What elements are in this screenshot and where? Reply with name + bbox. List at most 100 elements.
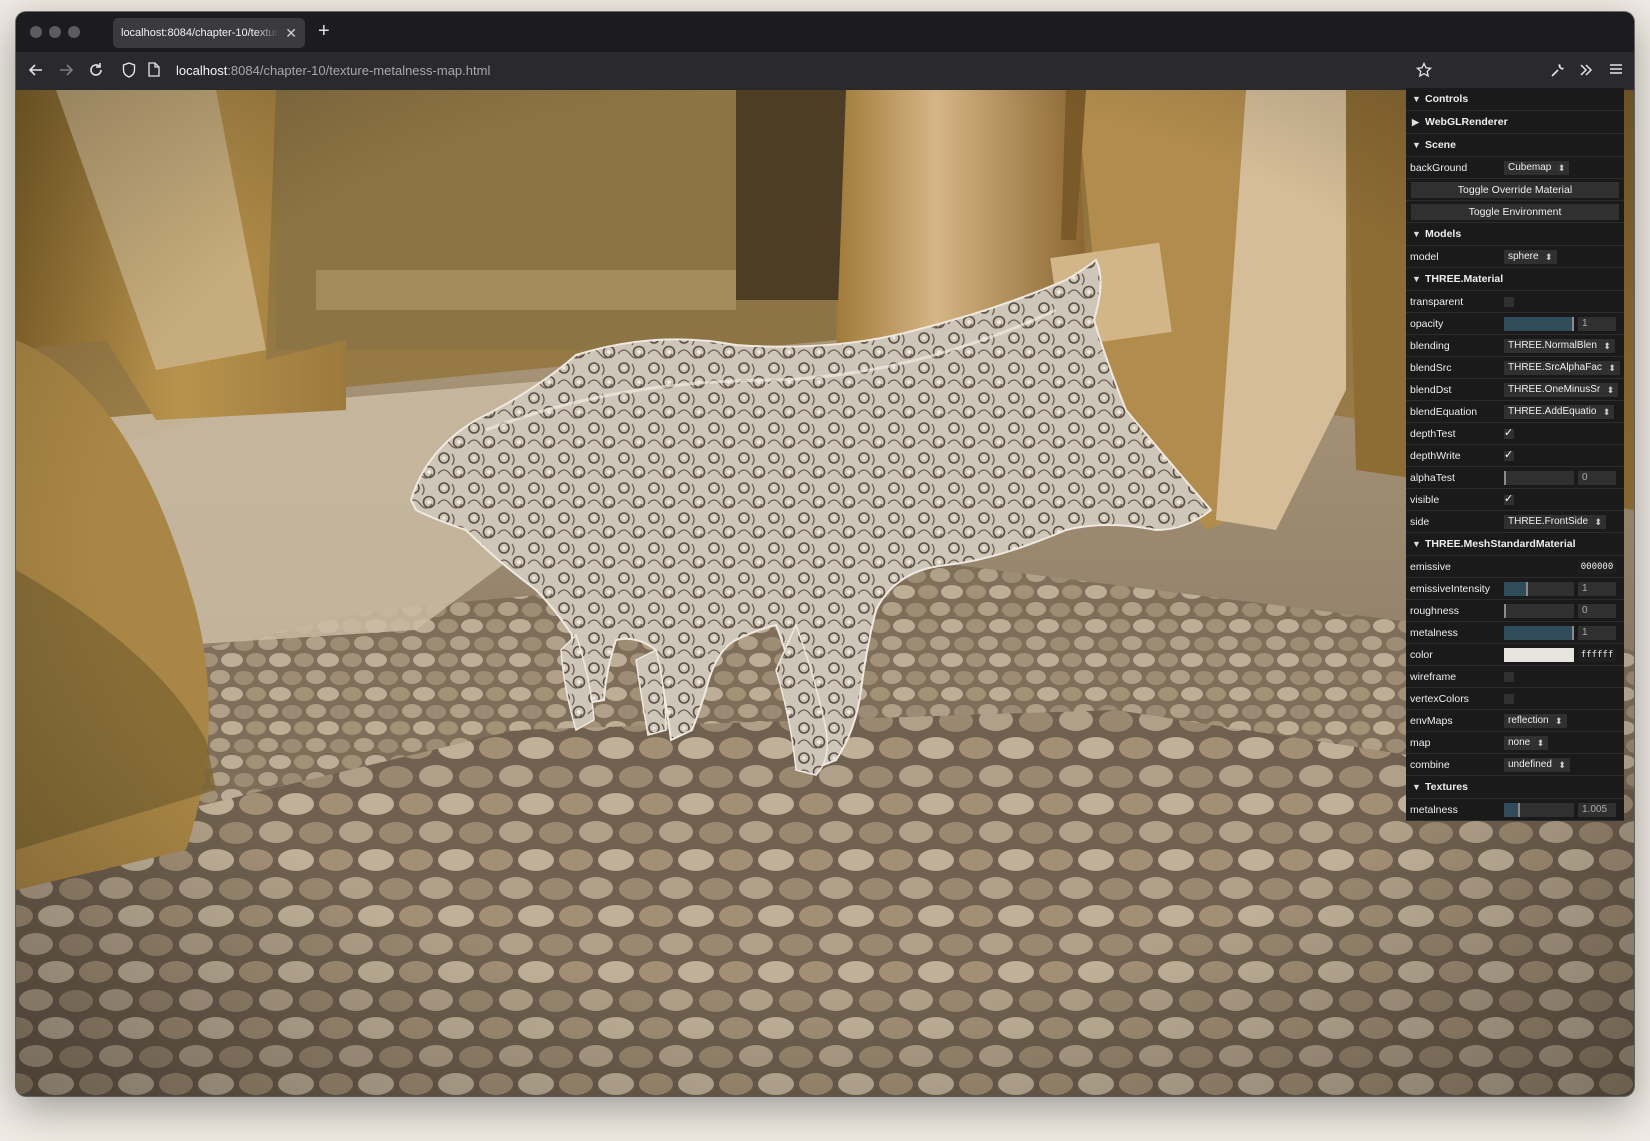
- folder-mesh-standard-material[interactable]: ▼ THREE.MeshStandardMaterial: [1406, 533, 1624, 556]
- folder-textures[interactable]: ▼ Textures: [1406, 776, 1624, 799]
- chevron-down-icon: ▼: [1412, 140, 1421, 150]
- wrench-icon[interactable]: [1548, 62, 1568, 80]
- vertexcolors-checkbox[interactable]: [1504, 693, 1514, 704]
- folder-title: THREE.Material: [1425, 273, 1504, 285]
- control-background: backGround Cubemap: [1406, 157, 1624, 179]
- overflow-chevrons-icon[interactable]: [1576, 62, 1596, 80]
- folder-title: WebGLRenderer: [1425, 116, 1508, 128]
- control-side: side THREE.FrontSide: [1406, 511, 1624, 533]
- zoom-window-button[interactable]: [68, 26, 80, 38]
- hamburger-menu-icon[interactable]: [1606, 62, 1626, 80]
- control-visible: visible: [1406, 489, 1624, 511]
- map-select[interactable]: none: [1504, 735, 1549, 750]
- emissiveintensity-slider[interactable]: [1504, 581, 1574, 596]
- address-bar[interactable]: localhost:8084/chapter-10/texture-metaln…: [176, 62, 490, 80]
- browser-window: localhost:8084/chapter-10/texture-metaln…: [16, 12, 1634, 1096]
- control-label: transparent: [1410, 295, 1464, 308]
- opacity-input[interactable]: 1: [1578, 316, 1616, 331]
- texture-metalness-slider[interactable]: [1504, 802, 1574, 817]
- forward-arrow-icon[interactable]: [56, 62, 76, 80]
- toggle-environment-button[interactable]: Toggle Environment: [1411, 203, 1619, 220]
- minimize-window-button[interactable]: [49, 26, 61, 38]
- control-depthtest: depthTest: [1406, 423, 1624, 445]
- control-toggle-override: Toggle Override Material: [1406, 179, 1624, 201]
- folder-title: Textures: [1425, 781, 1468, 793]
- background-select[interactable]: Cubemap: [1504, 160, 1570, 175]
- control-label: alphaTest: [1410, 471, 1455, 484]
- control-label: depthTest: [1410, 427, 1456, 440]
- metalness-input[interactable]: 1: [1578, 625, 1616, 640]
- control-label: roughness: [1410, 604, 1460, 617]
- control-label: color: [1410, 648, 1433, 661]
- emissive-color-input[interactable]: 000000: [1578, 559, 1616, 574]
- folder-three-material[interactable]: ▼ THREE.Material: [1406, 268, 1624, 291]
- shield-icon[interactable]: [119, 62, 139, 80]
- folder-webglrenderer[interactable]: ▶ WebGLRenderer: [1406, 111, 1624, 134]
- control-roughness: roughness 0: [1406, 600, 1624, 622]
- model-select[interactable]: sphere: [1504, 249, 1557, 264]
- roughness-input[interactable]: 0: [1578, 603, 1616, 618]
- control-label: blendEquation: [1410, 405, 1478, 418]
- close-window-button[interactable]: [30, 26, 42, 38]
- reload-icon[interactable]: [86, 62, 106, 80]
- control-wireframe: wireframe: [1406, 666, 1624, 688]
- control-map: map none: [1406, 732, 1624, 754]
- opacity-slider[interactable]: [1504, 316, 1574, 331]
- back-arrow-icon[interactable]: [26, 62, 46, 80]
- control-label: metalness: [1410, 626, 1458, 639]
- webgl-canvas[interactable]: [16, 90, 1634, 1096]
- texture-metalness-input[interactable]: 1.005: [1578, 802, 1616, 817]
- color-input[interactable]: ffffff: [1578, 647, 1616, 662]
- folder-title: THREE.MeshStandardMaterial: [1425, 538, 1576, 550]
- metalness-slider[interactable]: [1504, 625, 1574, 640]
- blenddst-select[interactable]: THREE.OneMinusSr: [1504, 382, 1619, 397]
- control-emissiveintensity: emissiveIntensity 1: [1406, 578, 1624, 600]
- envmaps-select[interactable]: reflection: [1504, 713, 1567, 728]
- visible-checkbox[interactable]: [1504, 492, 1514, 505]
- folder-scene[interactable]: ▼ Scene: [1406, 134, 1624, 157]
- folder-controls[interactable]: ▼ Controls: [1406, 88, 1624, 111]
- control-label: backGround: [1410, 161, 1468, 174]
- transparent-checkbox[interactable]: [1504, 296, 1514, 307]
- folder-title: Scene: [1425, 139, 1456, 151]
- blendequation-select[interactable]: THREE.AddEquatio: [1504, 404, 1615, 419]
- depthwrite-checkbox[interactable]: [1504, 448, 1514, 461]
- color-swatch[interactable]: [1504, 647, 1574, 662]
- control-label: envMaps: [1410, 714, 1453, 727]
- alphatest-slider[interactable]: [1504, 470, 1574, 485]
- new-tab-button[interactable]: +: [318, 21, 330, 41]
- control-label: blending: [1410, 339, 1450, 352]
- depthtest-checkbox[interactable]: [1504, 426, 1514, 439]
- control-label: model: [1410, 250, 1439, 263]
- tab-strip: localhost:8084/chapter-10/texture-metaln…: [16, 12, 1634, 52]
- combine-select[interactable]: undefined: [1504, 757, 1570, 772]
- emissiveintensity-input[interactable]: 1: [1578, 581, 1616, 596]
- folder-models[interactable]: ▼ Models: [1406, 223, 1624, 246]
- alphatest-input[interactable]: 0: [1578, 470, 1616, 485]
- folder-title: Models: [1425, 228, 1462, 240]
- wireframe-checkbox[interactable]: [1504, 671, 1514, 682]
- blendsrc-select[interactable]: THREE.SrcAlphaFac: [1504, 360, 1620, 375]
- roughness-slider[interactable]: [1504, 603, 1574, 618]
- chevron-down-icon: ▼: [1412, 539, 1421, 549]
- control-label: vertexColors: [1410, 692, 1469, 705]
- environment-scene-image: [16, 90, 1634, 1096]
- bookmark-star-icon[interactable]: [1414, 62, 1434, 80]
- control-envmaps: envMaps reflection: [1406, 710, 1624, 732]
- toggle-override-material-button[interactable]: Toggle Override Material: [1411, 181, 1619, 198]
- side-select[interactable]: THREE.FrontSide: [1504, 514, 1607, 529]
- control-label: metalness: [1410, 803, 1458, 816]
- control-alphatest: alphaTest 0: [1406, 467, 1624, 489]
- page-icon: [144, 62, 164, 80]
- control-metalness: metalness 1: [1406, 622, 1624, 644]
- dat-gui-panel: ▼ Controls ▶ WebGLRenderer ▼ Scene backGrou…: [1406, 88, 1624, 821]
- chevron-down-icon: ▼: [1412, 94, 1421, 104]
- control-blending: blending THREE.NormalBlen: [1406, 335, 1624, 357]
- control-texture-metalness: metalness 1.005: [1406, 799, 1624, 821]
- tab-close-icon[interactable]: ✕: [285, 24, 297, 42]
- navigation-bar: localhost:8084/chapter-10/texture-metaln…: [16, 52, 1634, 90]
- browser-tab[interactable]: localhost:8084/chapter-10/texture-metaln…: [113, 18, 305, 48]
- control-opacity: opacity 1: [1406, 313, 1624, 335]
- url-host: localhost: [176, 63, 228, 78]
- blending-select[interactable]: THREE.NormalBlen: [1504, 338, 1615, 353]
